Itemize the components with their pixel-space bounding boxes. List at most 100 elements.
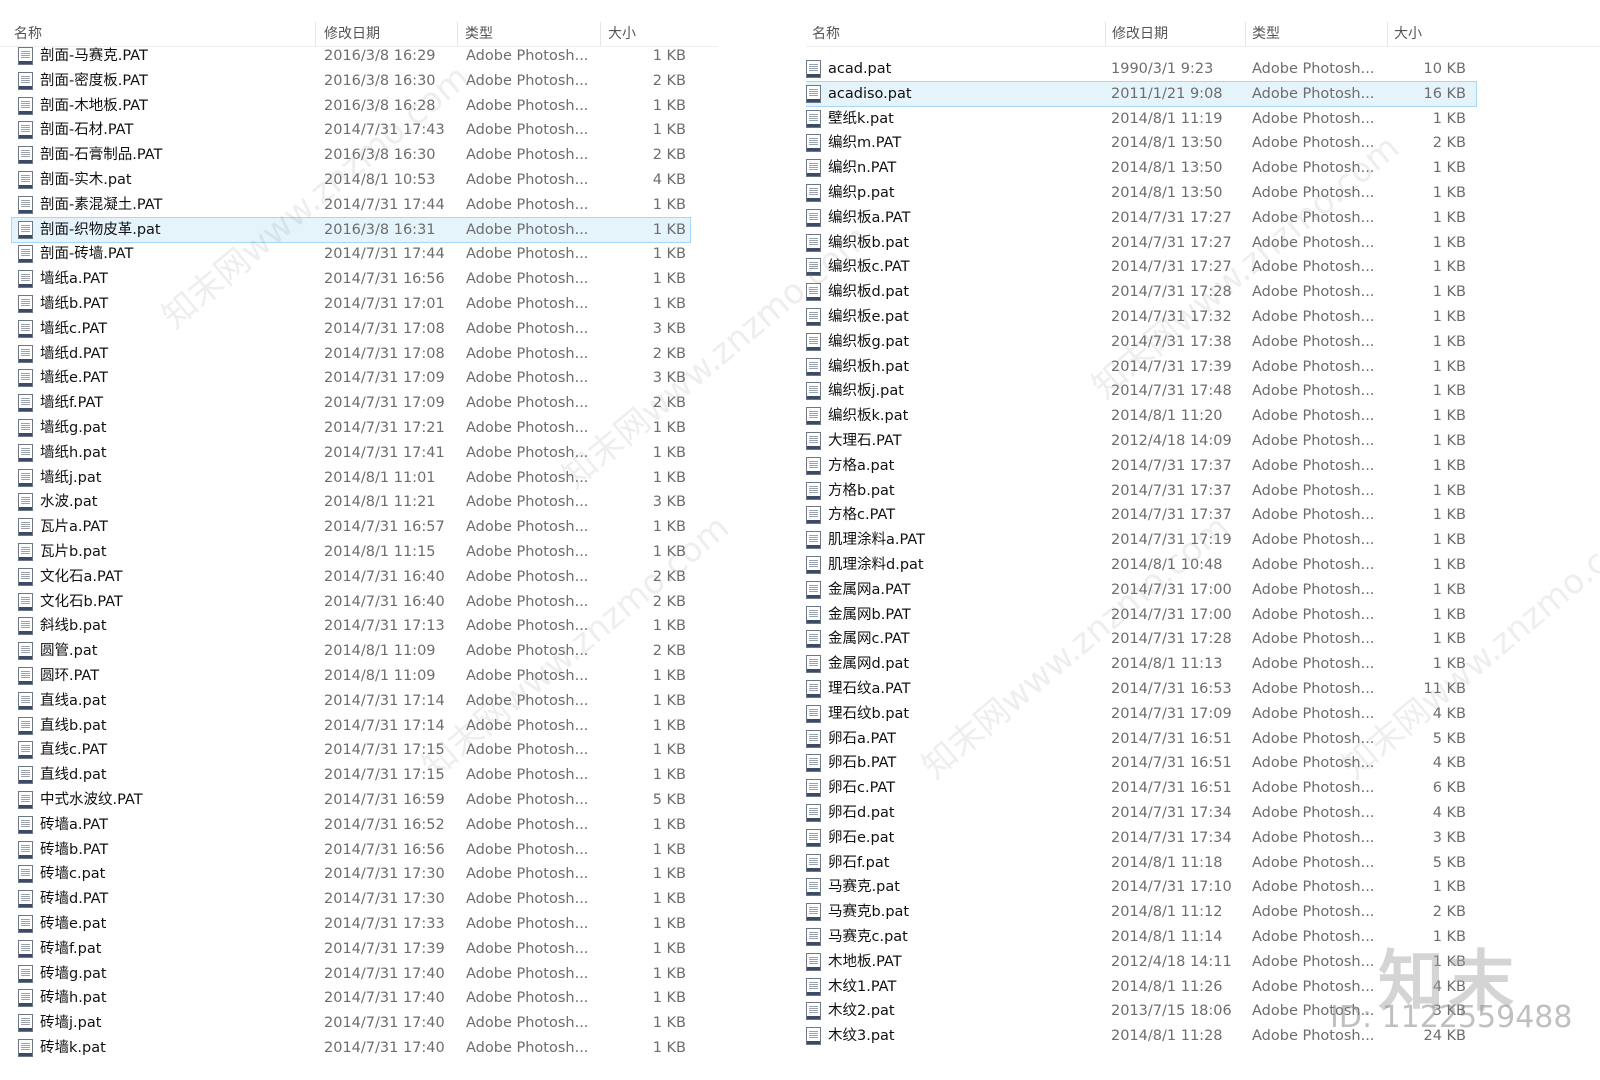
file-row[interactable]: 卵石a.PAT 2014/7/31 16:51 Adobe Photosh... 5 … xyxy=(806,727,1476,751)
file-row[interactable]: 木纹1.PAT 2014/8/1 11:26 Adobe Photosh... 4 K… xyxy=(806,975,1476,999)
file-row[interactable]: 直线c.PAT 2014/7/31 17:15 Adobe Photosh... 1 … xyxy=(12,738,690,762)
file-row[interactable]: 编织板g.pat 2014/7/31 17:38 Adobe Photosh... 1… xyxy=(806,330,1476,354)
col-name-header[interactable]: 名称 xyxy=(806,22,1106,46)
file-row[interactable]: 墙纸j.pat 2014/8/1 11:01 Adobe Photosh... 1 K… xyxy=(12,466,690,490)
file-row[interactable]: 直线d.pat 2014/7/31 17:15 Adobe Photosh... 1 … xyxy=(12,763,690,787)
file-row[interactable]: 墙纸d.PAT 2014/7/31 17:08 Adobe Photosh... 2 … xyxy=(12,342,690,366)
file-row[interactable]: 编织板k.pat 2014/8/1 11:20 Adobe Photosh... 1 … xyxy=(806,404,1476,428)
file-row[interactable]: 壁纸k.pat 2014/8/1 11:19 Adobe Photosh... 1 K… xyxy=(806,107,1476,131)
file-row[interactable]: 剖面-石膏制品.PAT 2016/3/8 16:30 Adobe Photosh..… xyxy=(12,143,690,167)
file-row[interactable]: 文化石b.PAT 2014/7/31 16:40 Adobe Photosh... 2… xyxy=(12,590,690,614)
file-name: 金属网b.PAT xyxy=(828,606,911,623)
file-size: 1 KB xyxy=(1432,457,1466,474)
file-row[interactable]: 编织m.PAT 2014/8/1 13:50 Adobe Photosh... 2 K… xyxy=(806,131,1476,155)
file-row[interactable]: 金属网a.PAT 2014/7/31 17:00 Adobe Photosh... 1… xyxy=(806,578,1476,602)
file-row[interactable]: 砖墙c.pat 2014/7/31 17:30 Adobe Photosh... 1 … xyxy=(12,862,690,886)
file-row[interactable]: acadiso.pat 2011/1/21 9:08 Adobe Photosh..… xyxy=(806,80,1477,107)
file-row[interactable]: 剖面-密度板.PAT 2016/3/8 16:30 Adobe Photosh...… xyxy=(12,69,690,93)
file-row[interactable]: 砖墙j.pat 2014/7/31 17:40 Adobe Photosh... 1 … xyxy=(12,1011,690,1035)
file-row[interactable]: 砖墙k.pat 2014/7/31 17:40 Adobe Photosh... 1 … xyxy=(12,1036,690,1060)
file-row[interactable]: 编织板e.pat 2014/7/31 17:32 Adobe Photosh... 1… xyxy=(806,305,1476,329)
file-row[interactable]: 剖面-石材.PAT 2014/7/31 17:43 Adobe Photosh...… xyxy=(12,118,690,142)
file-row[interactable]: 剖面-砖墙.PAT 2014/7/31 17:44 Adobe Photosh...… xyxy=(12,242,690,266)
file-row[interactable]: 马赛克.pat 2014/7/31 17:10 Adobe Photosh... 1 … xyxy=(806,875,1476,899)
file-row[interactable]: 编织板a.PAT 2014/7/31 17:27 Adobe Photosh... 1… xyxy=(806,206,1476,230)
file-row[interactable]: 卵石e.pat 2014/7/31 17:34 Adobe Photosh... 3 … xyxy=(806,826,1476,850)
file-row[interactable]: 理石纹a.PAT 2014/7/31 16:53 Adobe Photosh... 1… xyxy=(806,677,1476,701)
file-row[interactable]: 剖面-织物皮革.pat 2016/3/8 16:31 Adobe Photosh..… xyxy=(11,216,691,243)
file-row[interactable]: 砖墙e.pat 2014/7/31 17:33 Adobe Photosh... 1 … xyxy=(12,912,690,936)
file-row[interactable]: 中式水波纹.PAT 2014/7/31 16:59 Adobe Photosh...… xyxy=(12,788,690,812)
col-date-header[interactable]: 修改日期 xyxy=(318,22,458,46)
file-row[interactable]: 斜线b.pat 2014/7/31 17:13 Adobe Photosh... 1 … xyxy=(12,614,690,638)
file-row[interactable]: 墙纸g.pat 2014/7/31 17:21 Adobe Photosh... 1 … xyxy=(12,416,690,440)
file-row[interactable]: 金属网d.pat 2014/8/1 11:13 Adobe Photosh... 1 … xyxy=(806,652,1476,676)
file-row[interactable]: 卵石f.pat 2014/8/1 11:18 Adobe Photosh... 5 K… xyxy=(806,851,1476,875)
col-name-header[interactable]: 名称 xyxy=(8,22,316,46)
file-row[interactable]: 直线a.pat 2014/7/31 17:14 Adobe Photosh... 1 … xyxy=(12,689,690,713)
pat-file-icon xyxy=(18,96,33,115)
file-type: Adobe Photosh... xyxy=(1252,606,1375,623)
file-row[interactable]: 木地板.PAT 2012/4/18 14:11 Adobe Photosh... 1 … xyxy=(806,950,1476,974)
file-row[interactable]: 剖面-实木.pat 2014/8/1 10:53 Adobe Photosh... 4… xyxy=(12,168,690,192)
file-row[interactable]: 剖面-马赛克.PAT 2016/3/8 16:29 Adobe Photosh...… xyxy=(12,44,690,68)
file-row[interactable]: 金属网b.PAT 2014/7/31 17:00 Adobe Photosh... 1… xyxy=(806,603,1476,627)
file-date: 2014/7/31 17:34 xyxy=(1111,805,1232,821)
file-row[interactable]: 方格a.pat 2014/7/31 17:37 Adobe Photosh... 1 … xyxy=(806,454,1476,478)
file-row[interactable]: 编织板c.PAT 2014/7/31 17:27 Adobe Photosh... 1… xyxy=(806,255,1476,279)
file-row[interactable]: 直线b.pat 2014/7/31 17:14 Adobe Photosh... 1 … xyxy=(12,714,690,738)
file-row[interactable]: 砖墙d.PAT 2014/7/31 17:30 Adobe Photosh... 1 … xyxy=(12,887,690,911)
file-row[interactable]: acad.pat 1990/3/1 9:23 Adobe Photosh... 10 … xyxy=(806,57,1476,81)
file-row[interactable]: 圆管.pat 2014/8/1 11:09 Adobe Photosh... 2 KB xyxy=(12,639,690,663)
file-row[interactable]: 墙纸e.PAT 2014/7/31 17:09 Adobe Photosh... 3 … xyxy=(12,366,690,390)
file-row[interactable]: 墙纸c.PAT 2014/7/31 17:08 Adobe Photosh... 3 … xyxy=(12,317,690,341)
file-row[interactable]: 剖面-木地板.PAT 2016/3/8 16:28 Adobe Photosh...… xyxy=(12,94,690,118)
col-type-header[interactable]: 类型 xyxy=(1246,22,1388,46)
file-row[interactable]: 肌理涂料d.pat 2014/8/1 10:48 Adobe Photosh... 1… xyxy=(806,553,1476,577)
file-row[interactable]: 墙纸h.pat 2014/7/31 17:41 Adobe Photosh... 1 … xyxy=(12,441,690,465)
file-row[interactable]: 马赛克c.pat 2014/8/1 11:14 Adobe Photosh... 1 … xyxy=(806,925,1476,949)
file-row[interactable]: 圆环.PAT 2014/8/1 11:09 Adobe Photosh... 1 KB xyxy=(12,664,690,688)
file-row[interactable]: 金属网c.PAT 2014/7/31 17:28 Adobe Photosh... 1… xyxy=(806,627,1476,651)
file-row[interactable]: 编织n.PAT 2014/8/1 13:50 Adobe Photosh... 1 K… xyxy=(806,156,1476,180)
col-size-header[interactable]: 大小 xyxy=(1388,22,1480,46)
file-row[interactable]: 文化石a.PAT 2014/7/31 16:40 Adobe Photosh... 2… xyxy=(12,565,690,589)
file-row[interactable]: 编织p.pat 2014/8/1 13:50 Adobe Photosh... 1 K… xyxy=(806,181,1476,205)
file-row[interactable]: 砖墙b.PAT 2014/7/31 16:56 Adobe Photosh... 1 … xyxy=(12,838,690,862)
file-row[interactable]: 瓦片a.PAT 2014/7/31 16:57 Adobe Photosh... 1 … xyxy=(12,515,690,539)
file-date: 2014/8/1 10:48 xyxy=(1111,557,1223,573)
file-row[interactable]: 剖面-素混凝土.PAT 2014/7/31 17:44 Adobe Photosh.… xyxy=(12,193,690,217)
file-row[interactable]: 方格b.pat 2014/7/31 17:37 Adobe Photosh... 1 … xyxy=(806,479,1476,503)
file-row[interactable]: 水波.pat 2014/8/1 11:21 Adobe Photosh... 3 KB xyxy=(12,490,690,514)
file-row[interactable]: 方格c.PAT 2014/7/31 17:37 Adobe Photosh... 1 … xyxy=(806,503,1476,527)
file-row[interactable]: 墙纸b.PAT 2014/7/31 17:01 Adobe Photosh... 1 … xyxy=(12,292,690,316)
file-row[interactable]: 卵石c.PAT 2014/7/31 16:51 Adobe Photosh... 6 … xyxy=(806,776,1476,800)
file-name: 墙纸d.PAT xyxy=(40,345,109,362)
file-row[interactable]: 墙纸f.PAT 2014/7/31 17:09 Adobe Photosh... 2 … xyxy=(12,391,690,415)
file-row[interactable]: 大理石.PAT 2012/4/18 14:09 Adobe Photosh... 1 … xyxy=(806,429,1476,453)
file-type: Adobe Photosh... xyxy=(1252,160,1375,177)
col-type-header[interactable]: 类型 xyxy=(459,22,601,46)
file-row[interactable]: 砖墙f.pat 2014/7/31 17:39 Adobe Photosh... 1 … xyxy=(12,937,690,961)
file-row[interactable]: 肌理涂料a.PAT 2014/7/31 17:19 Adobe Photosh...… xyxy=(806,528,1476,552)
file-name: 方格a.pat xyxy=(828,457,895,474)
file-row[interactable]: 马赛克b.pat 2014/8/1 11:12 Adobe Photosh... 2 … xyxy=(806,900,1476,924)
file-row[interactable]: 砖墙a.PAT 2014/7/31 16:52 Adobe Photosh... 1 … xyxy=(12,813,690,837)
file-row[interactable]: 编织板h.pat 2014/7/31 17:39 Adobe Photosh... 1… xyxy=(806,355,1476,379)
file-date: 2014/7/31 17:27 xyxy=(1111,259,1232,276)
col-size-header[interactable]: 大小 xyxy=(602,22,694,46)
file-row[interactable]: 卵石b.PAT 2014/7/31 16:51 Adobe Photosh... 4 … xyxy=(806,751,1476,775)
file-row[interactable]: 编织板b.pat 2014/7/31 17:27 Adobe Photosh... 1… xyxy=(806,231,1476,255)
file-date: 2014/8/1 11:12 xyxy=(1111,904,1223,921)
file-size: 1 KB xyxy=(652,618,686,635)
file-row[interactable]: 编织板d.pat 2014/7/31 17:28 Adobe Photosh... 1… xyxy=(806,280,1476,304)
file-row[interactable]: 理石纹b.pat 2014/7/31 17:09 Adobe Photosh... 4… xyxy=(806,702,1476,726)
file-row[interactable]: 墙纸a.PAT 2014/7/31 16:56 Adobe Photosh... 1 … xyxy=(12,267,690,291)
file-row[interactable]: 砖墙h.pat 2014/7/31 17:40 Adobe Photosh... 1 … xyxy=(12,986,690,1010)
col-date-header[interactable]: 修改日期 xyxy=(1106,22,1246,46)
pat-file-icon xyxy=(806,531,821,550)
file-row[interactable]: 砖墙g.pat 2014/7/31 17:40 Adobe Photosh... 1 … xyxy=(12,962,690,986)
file-row[interactable]: 卵石d.pat 2014/7/31 17:34 Adobe Photosh... 4 … xyxy=(806,801,1476,825)
file-row[interactable]: 编织板j.pat 2014/7/31 17:48 Adobe Photosh... 1… xyxy=(806,379,1476,403)
file-row[interactable]: 瓦片b.pat 2014/8/1 11:15 Adobe Photosh... 1 K… xyxy=(12,540,690,564)
